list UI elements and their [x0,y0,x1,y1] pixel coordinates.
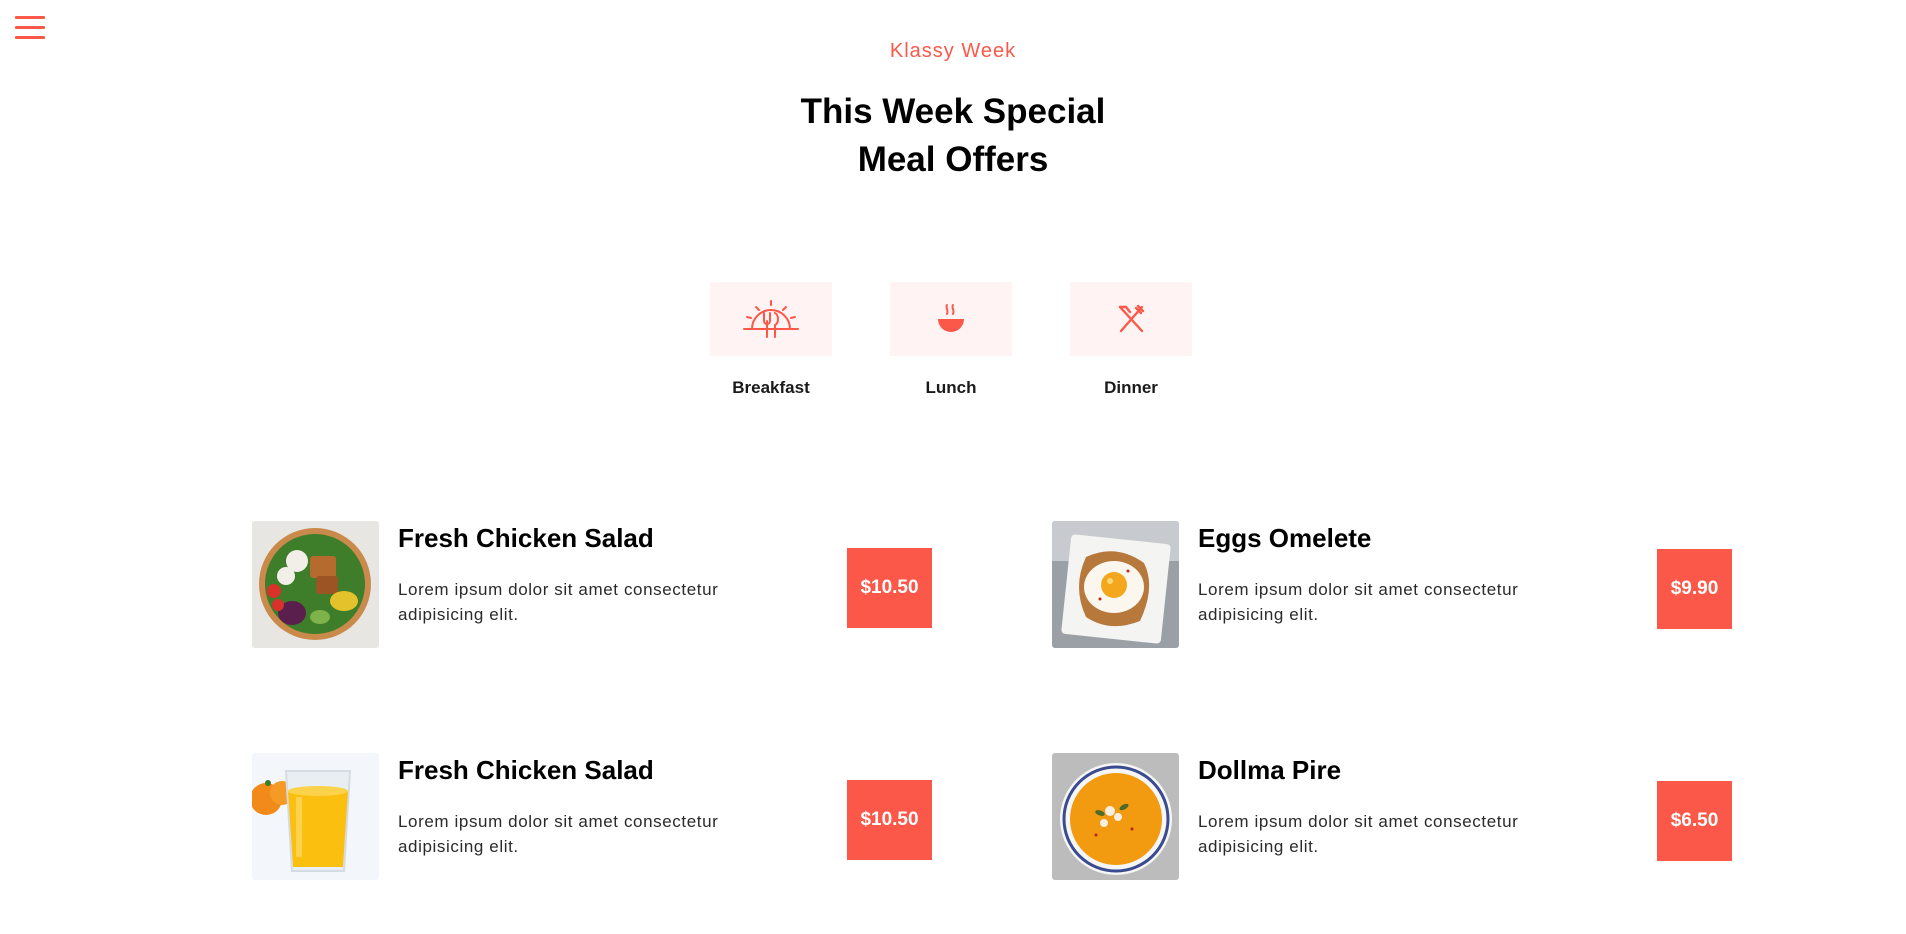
item-name: Eggs Omelete [1198,523,1372,553]
tab-lunch[interactable]: Lunch [890,282,1012,398]
section-eyebrow: Klassy Week [889,40,1017,62]
fork-knife-icon [1118,304,1145,333]
menu-item: Fresh Chicken Salad Lorem ipsum dolor si… [252,753,952,883]
section-title: This Week Special Meal Offers [0,88,1906,184]
item-name: Dollma Pire [1198,755,1342,785]
salad-bowl-image [252,521,379,648]
tab-breakfast[interactable]: Breakfast [710,282,832,398]
item-name: Fresh Chicken Salad [398,755,654,785]
tab-label-lunch: Lunch [925,378,977,397]
menu-item: Fresh Chicken Salad Lorem ipsum dolor si… [252,521,952,651]
price-badge: $10.50 [847,548,932,628]
title-line-1: This Week Special [800,92,1106,131]
sunrise-cutlery-icon [743,300,799,338]
tab-icon-box [1070,282,1192,356]
orange-juice-image [252,753,379,880]
item-description: Lorem ipsum dolor sit amet consectetur a… [398,580,719,624]
soup-bowl-icon [938,304,964,332]
item-description: Lorem ipsum dolor sit amet consectetur a… [1198,580,1519,624]
item-name: Fresh Chicken Salad [398,523,654,553]
price-badge: $10.50 [847,780,932,860]
tab-icon-box [890,282,1012,356]
price-badge: $6.50 [1657,781,1732,861]
tab-label-dinner: Dinner [1104,378,1158,397]
title-line-2: Meal Offers [857,140,1049,179]
tab-icon-box [710,282,832,356]
item-description: Lorem ipsum dolor sit amet consectetur a… [1198,812,1519,856]
item-description: Lorem ipsum dolor sit amet consectetur a… [398,812,719,856]
hamburger-bar [15,36,45,39]
pumpkin-soup-image [1052,753,1179,880]
tab-dinner[interactable]: Dinner [1070,282,1192,398]
egg-toast-image [1052,521,1179,648]
menu-item: Eggs Omelete Lorem ipsum dolor sit amet … [1052,521,1752,651]
meal-tabs: Breakfast Lunch Dinner [710,282,1196,412]
menu-item: Dollma Pire Lorem ipsum dolor sit amet c… [1052,753,1752,883]
hamburger-menu-icon[interactable] [15,14,45,40]
hamburger-bar [15,26,45,29]
tab-label-breakfast: Breakfast [732,378,810,397]
price-badge: $9.90 [1657,549,1732,629]
hamburger-bar [15,16,45,19]
